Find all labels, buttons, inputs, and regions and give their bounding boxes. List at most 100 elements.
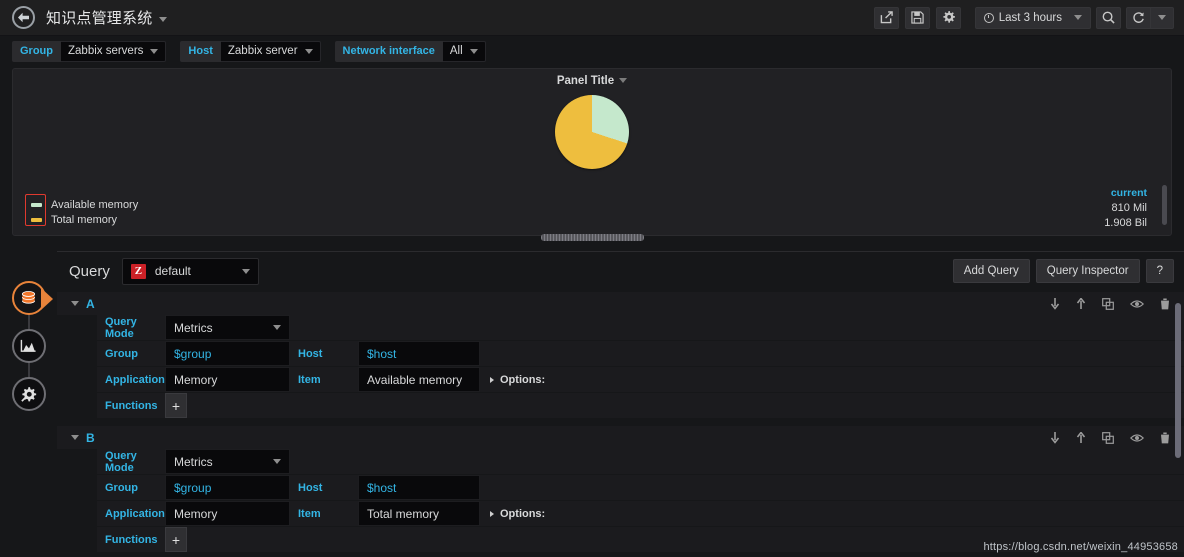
duplicate-query-icon[interactable] [1102,297,1114,310]
row-filler [187,393,1184,418]
host-label: Host [290,341,358,366]
back-button[interactable] [12,6,35,29]
add-function-button[interactable]: + [165,527,187,552]
row-filler [480,341,1184,366]
variable-host-value: Zabbix server [227,45,298,57]
variable-network-interface: Network interface All [334,40,486,62]
query-a-application-input[interactable]: Memory [165,367,290,392]
query-a-options-label: Options: [500,373,546,386]
legend-value: 810 Mil [1111,202,1147,214]
query-b-mode-select[interactable]: Metrics [165,449,290,474]
graph-icon [20,339,36,352]
time-range-picker[interactable]: Last 3 hours [974,6,1091,29]
clock-icon [983,12,994,23]
query-b-functions-row: Functions + [97,527,1184,552]
query-editor: Query Z default Add Query Query Inspecto… [57,251,1184,557]
chevron-right-icon [490,376,494,383]
legend-item[interactable]: Available memory [31,197,138,212]
toggle-query-visibility-icon[interactable] [1130,432,1144,444]
add-query-button[interactable]: Add Query [952,259,1030,283]
variable-group-select[interactable]: Zabbix servers [61,40,167,62]
variable-network-interface-value: All [449,45,463,57]
refresh-interval-dropdown[interactable] [1151,6,1174,29]
row-filler [187,527,1184,552]
variable-network-interface-select[interactable]: All [442,40,486,62]
query-a-mode-row: Query Mode Metrics [97,315,1184,340]
query-a-mode-select[interactable]: Metrics [165,315,290,340]
panel-title[interactable]: Panel Title [13,69,1171,87]
gear-icon [943,11,955,23]
group-label: Group [97,341,165,366]
move-query-down-icon[interactable] [1050,431,1060,444]
query-b-options-label: Options: [500,507,546,520]
editor-scrollbar[interactable] [1175,303,1181,458]
legend-item[interactable]: Total memory [31,212,138,227]
query-editor-header: Query Z default Add Query Query Inspecto… [57,252,1184,290]
time-controls: Last 3 hours [974,6,1174,29]
move-query-up-icon[interactable] [1076,431,1086,444]
query-editor-title: Query [69,262,110,280]
host-label: Host [290,475,358,500]
refresh-button[interactable] [1126,6,1151,29]
chevron-down-icon [150,48,159,54]
duplicate-query-icon[interactable] [1102,431,1114,444]
query-a-mode-value: Metrics [174,320,213,335]
functions-label: Functions [97,527,165,552]
toggle-query-visibility-icon[interactable] [1130,298,1144,310]
legend-color-swatch[interactable] [31,217,42,222]
legend-series-list: Available memory Total memory [23,193,144,231]
query-a-item-input[interactable]: Available memory [358,367,480,392]
functions-label: Functions [97,393,165,418]
query-editor-actions: Add Query Query Inspector ? [952,259,1174,283]
editor-tab-queries[interactable] [11,281,53,315]
move-query-down-icon[interactable] [1050,297,1060,310]
query-b-mode-row: Query Mode Metrics [97,449,1184,474]
zabbix-logo-icon: Z [130,263,146,279]
delete-query-icon[interactable] [1160,432,1170,444]
variable-group: Group Zabbix servers [12,40,167,62]
top-navbar: 知识点管理系统 Last 3 hours [0,0,1184,36]
query-help-button[interactable]: ? [1145,259,1174,283]
search-minus-icon [1102,11,1115,24]
row-filler [290,449,1184,474]
row-filler [555,367,1184,392]
panel-resize-handle[interactable] [541,234,644,241]
time-range-label: Last 3 hours [998,11,1062,24]
query-inspector-button[interactable]: Query Inspector [1035,259,1140,283]
dashboard-settings-button[interactable] [935,6,961,29]
query-b-item-input[interactable]: Total memory [358,501,480,526]
add-function-button[interactable]: + [165,393,187,418]
query-a-group-input[interactable]: $group [165,341,290,366]
move-query-up-icon[interactable] [1076,297,1086,310]
query-row-b-header[interactable]: B [57,426,1184,449]
chevron-down-icon[interactable] [71,301,79,306]
query-b-group-input[interactable]: $group [165,475,290,500]
query-b-options-toggle[interactable]: Options: [480,501,556,526]
share-dashboard-button[interactable] [873,6,899,29]
legend-column-header[interactable]: current [1104,186,1147,201]
legend-series-name: Total memory [51,213,118,226]
save-dashboard-button[interactable] [904,6,930,29]
legend-color-swatch[interactable] [31,202,42,207]
legend-scrollbar[interactable] [1162,185,1167,225]
refresh-icon [1133,12,1144,23]
query-b-host-input[interactable]: $host [358,475,480,500]
query-row-a-header[interactable]: A [57,292,1184,315]
query-a-application-row: Application Memory Item Available memory… [97,367,1184,392]
dashboard-title[interactable]: 知识点管理系统 [46,7,168,28]
query-b-application-input[interactable]: Memory [165,501,290,526]
query-a-options-toggle[interactable]: Options: [480,367,556,392]
editor-tab-rail [0,251,57,557]
zoom-out-time-button[interactable] [1096,6,1121,29]
chevron-down-icon[interactable] [71,435,79,440]
variable-host-select[interactable]: Zabbix server [220,40,321,62]
group-label: Group [97,475,165,500]
datasource-picker[interactable]: Z default [121,257,259,285]
query-a-host-input[interactable]: $host [358,341,480,366]
legend-value: 1.908 Bil [1104,217,1147,229]
editor-tab-general[interactable] [11,377,46,411]
datasource-name: default [154,264,191,278]
delete-query-icon[interactable] [1160,298,1170,310]
chevron-down-icon [304,48,313,54]
editor-tab-visualization[interactable] [11,329,46,363]
